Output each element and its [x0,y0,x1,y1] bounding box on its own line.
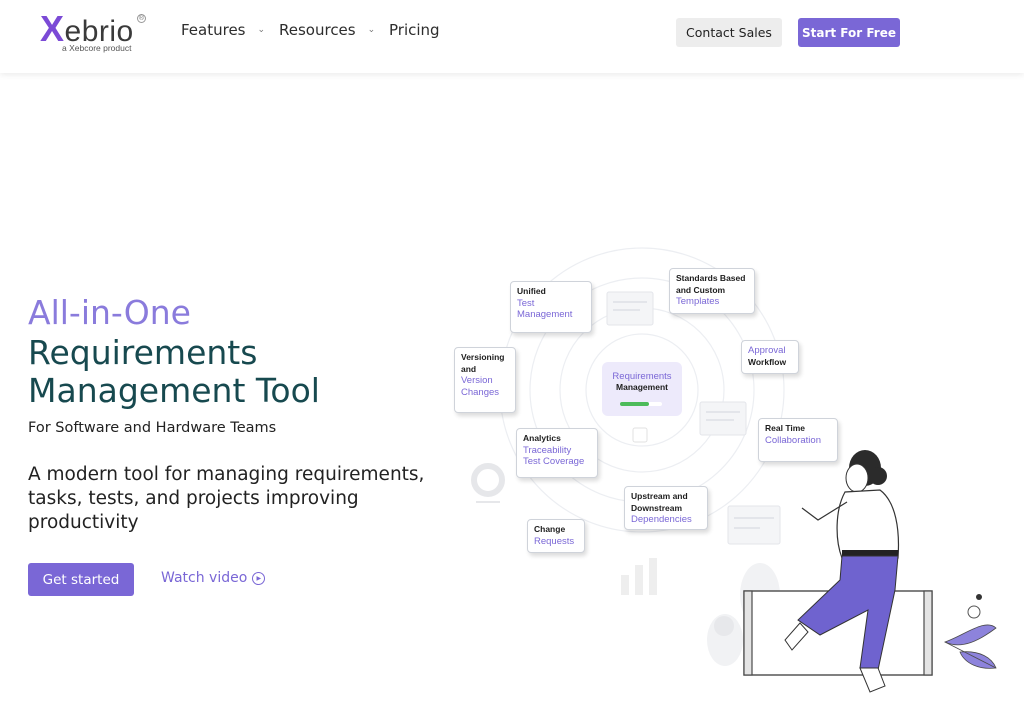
card-real-time-collaboration: Real Time Collaboration [758,418,838,462]
nav-features-label: Features [181,21,246,39]
card-versioning: Versioning and Version Changes [454,347,516,413]
start-for-free-button[interactable]: Start For Free [798,18,900,47]
card-upstream-downstream: Upstream and Downstream Dependencies [624,486,708,530]
nav-features[interactable]: Features ⌄ [181,21,265,39]
card-change-requests: Change Requests [527,519,585,553]
card-analytics: Analytics Traceability Test Coverage [516,428,598,478]
watch-video-link[interactable]: Watch video ▶ [161,570,266,586]
hero-title-line-1: All-in-One [28,293,191,332]
nav-resources[interactable]: Resources ⌄ [279,21,375,39]
requirements-management-card: Requirements Management [602,362,682,416]
site-header: Xebrio ® a Xebcore product Features ⌄ Re… [0,0,1024,73]
get-started-button[interactable]: Get started [28,563,134,596]
logo-tagline: a Xebcore product [62,43,132,53]
center-progress-bar [620,402,662,406]
contact-sales-button[interactable]: Contact Sales [676,18,782,47]
center-card-line-1: Requirements [612,371,672,382]
card-standards-templates: Standards Based and Custom Templates [669,268,755,314]
hero-title-line-2: Requirements [28,333,258,372]
nav-resources-label: Resources [279,21,356,39]
chevron-down-icon: ⌄ [367,25,376,35]
nav-pricing-label: Pricing [389,21,440,39]
registered-mark-icon: ® [137,14,146,23]
hero-description: A modern tool for managing requirements,… [28,464,425,533]
card-unified-test-management: Unified Test Management [510,281,592,333]
center-card-line-2: Management [616,382,668,392]
watch-video-label: Watch video [161,570,248,586]
hero-subtitle: For Software and Hardware Teams [28,420,277,436]
center-progress-fill [620,402,650,406]
brand-logo[interactable]: Xebrio ® a Xebcore product [40,8,150,56]
chevron-down-icon: ⌄ [257,25,266,35]
card-approval-workflow: Approval Workflow [741,340,799,374]
nav-pricing[interactable]: Pricing [389,21,440,39]
hero-title-line-3: Management Tool [28,371,320,410]
feature-illustration: Requirements Management Unified Test Man… [440,240,1024,708]
play-circle-icon: ▶ [252,571,266,585]
